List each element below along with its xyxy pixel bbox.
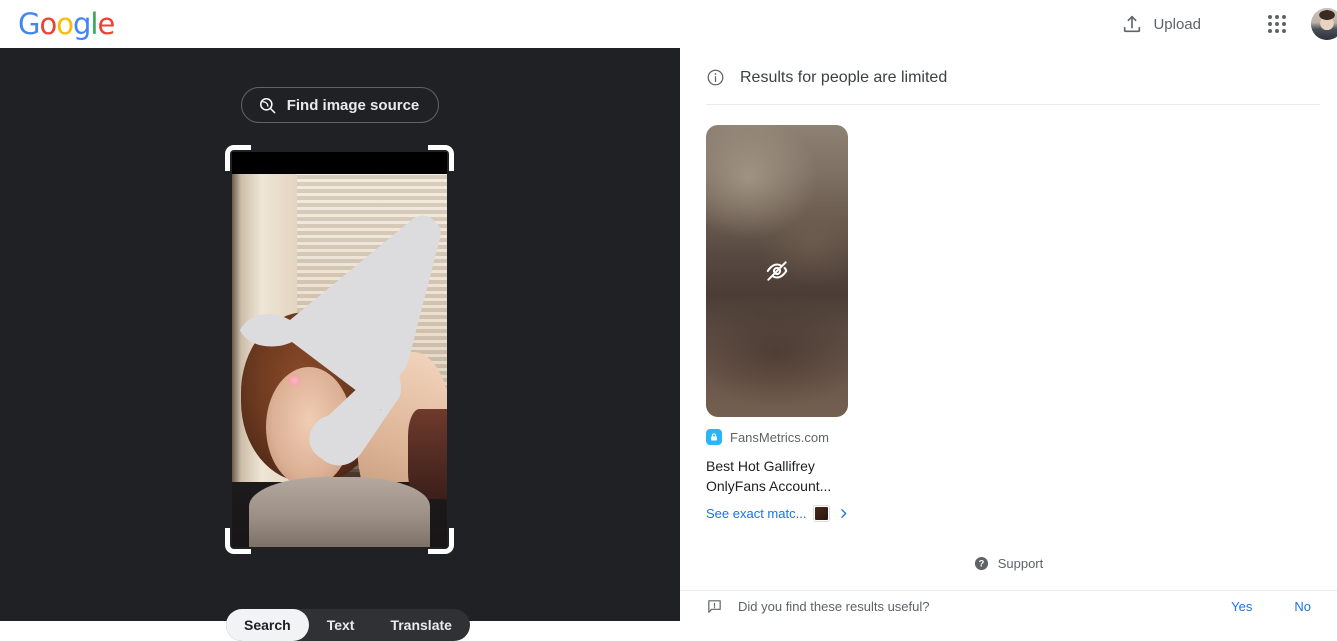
apps-dot [1268,15,1272,19]
apps-dot [1268,22,1272,26]
upload-arrow-icon [1121,13,1143,35]
upload-button-label: Upload [1153,15,1201,33]
results-header: Results for people are limited [706,68,947,87]
query-image [232,152,447,547]
results-header-text: Results for people are limited [740,68,948,86]
apps-dot [1275,29,1279,33]
logo-letter-o1: o [39,6,57,41]
find-image-source-label: Find image source [286,96,420,114]
top-bar-actions: Upload [1111,0,1337,48]
tab-translate[interactable]: Translate [372,609,469,641]
tab-translate-label: Translate [390,617,452,633]
see-exact-match-label: See exact matc... [706,506,807,521]
tab-search[interactable]: Search [226,609,309,641]
results-header-divider [706,104,1320,105]
visibility-off-icon [764,258,790,284]
svg-text:?: ? [978,559,984,569]
support-label: Support [997,556,1044,571]
logo-letter-G: G [18,6,41,41]
feedback-question-group: Did you find these results useful? [706,598,930,615]
feedback-yes-button[interactable]: Yes [1231,599,1252,614]
apps-dot [1282,15,1286,19]
feedback-bubble-icon [706,598,723,615]
logo-letter-e: e [97,6,115,41]
result-source-row[interactable]: FansMetrics.com [706,429,848,445]
apps-dot [1275,22,1279,26]
results-panel: Results for people are limited FansMetri… [680,48,1337,621]
result-source-name: FansMetrics.com [730,429,829,445]
apps-dot [1282,29,1286,33]
feedback-no-button[interactable]: No [1294,599,1311,614]
avatar[interactable] [1311,8,1337,40]
top-bar: Google Upload [0,0,1337,48]
image-search-lens-icon [258,96,277,115]
apps-dot [1282,22,1286,26]
query-image-stage[interactable] [225,145,454,554]
upload-button[interactable]: Upload [1111,7,1211,41]
google-logo[interactable]: Google [18,6,115,41]
find-image-source-row: Find image source [0,87,680,123]
feedback-bar: Did you find these results useful? Yes N… [680,591,1337,621]
image-preview-panel: Find image source Search Text Translate [0,48,680,641]
apps-grid-icon[interactable] [1257,4,1297,44]
info-circle-icon [706,68,725,87]
result-card: FansMetrics.com Best Hot Gallifrey OnlyF… [706,125,848,521]
tab-text-label: Text [326,617,355,633]
scribble-overlay-icon [240,215,441,466]
logo-letter-g: g [72,6,91,41]
logo-letter-o2: o [56,6,74,41]
tab-search-label: Search [244,617,291,633]
help-circle-icon: ? [974,556,989,571]
tab-text[interactable]: Text [309,609,373,641]
result-title[interactable]: Best Hot Gallifrey OnlyFans Account... [706,456,848,496]
feedback-question: Did you find these results useful? [738,598,930,614]
mode-tab-bar: Search Text Translate [226,609,470,641]
apps-dot [1268,29,1272,33]
feedback-actions: Yes No [1231,599,1311,614]
apps-dot [1275,15,1279,19]
support-link[interactable]: ? Support [680,556,1337,571]
lock-favicon [706,429,722,445]
see-exact-match-row[interactable]: See exact matc... [706,506,848,521]
chevron-right-icon [837,507,850,520]
find-image-source-button[interactable]: Find image source [240,87,440,123]
exact-match-thumbnail [814,506,830,521]
result-thumbnail[interactable] [706,125,848,417]
